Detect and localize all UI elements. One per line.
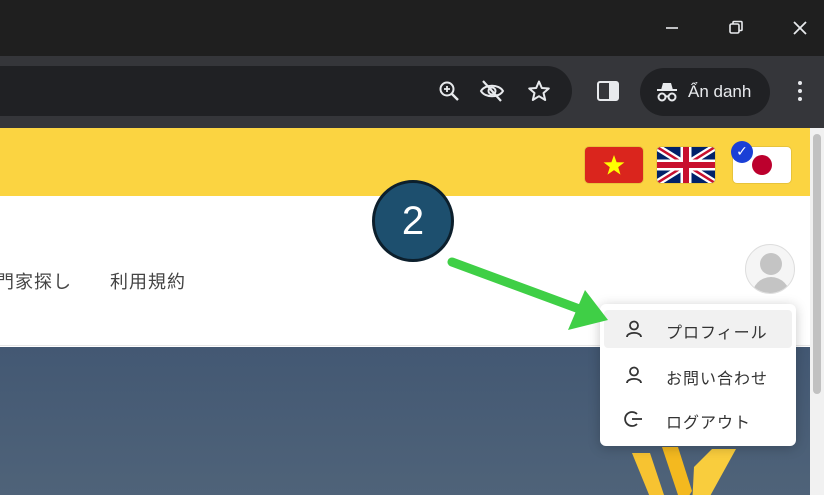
japan-flag[interactable]: ✓	[731, 141, 791, 183]
nav-find-experts[interactable]: 門家探し	[0, 268, 72, 294]
avatar-body	[752, 277, 790, 293]
avatar[interactable]	[745, 244, 795, 294]
more-vert-icon[interactable]	[790, 78, 810, 104]
minimize-icon[interactable]	[652, 10, 692, 46]
restore-icon[interactable]	[716, 10, 756, 46]
incognito-button[interactable]: Ẩn danh	[640, 68, 770, 116]
selected-check-icon: ✓	[731, 141, 753, 163]
menu-item-contact[interactable]: お問い合わせ	[604, 356, 792, 394]
user-dropdown-menu: プロフィール お問い合わせ ログアウト	[600, 304, 796, 446]
menu-label-profile: プロフィール	[666, 323, 768, 342]
page-scrollbar[interactable]	[810, 128, 824, 495]
menu-label-logout: ログアウト	[666, 413, 752, 432]
avatar-head	[760, 253, 782, 275]
vietnam-flag[interactable]	[585, 147, 643, 183]
brand-logo-icon	[632, 447, 736, 495]
step-number-badge: 2	[372, 180, 454, 262]
incognito-icon	[657, 83, 677, 102]
browser-toolbar: Ẩn danh	[0, 56, 824, 128]
user-icon	[626, 366, 642, 384]
menu-label-contact: お問い合わせ	[666, 369, 769, 388]
user-icon	[626, 320, 642, 338]
uk-flag[interactable]	[657, 147, 715, 183]
browser-titlebar	[0, 0, 824, 56]
incognito-label: Ẩn danh	[688, 82, 752, 101]
star-icon[interactable]	[526, 78, 552, 104]
close-icon[interactable]	[780, 10, 820, 46]
menu-item-logout[interactable]: ログアウト	[604, 400, 792, 438]
japan-flag-disc	[752, 155, 772, 175]
eye-off-icon[interactable]	[479, 78, 505, 104]
zoom-icon[interactable]	[436, 78, 462, 104]
logout-icon	[624, 411, 642, 427]
menu-item-profile[interactable]: プロフィール	[604, 310, 792, 348]
side-panel-icon[interactable]	[595, 78, 621, 104]
nav-terms-of-use[interactable]: 利用規約	[110, 268, 186, 294]
scrollbar-thumb[interactable]	[813, 134, 821, 394]
